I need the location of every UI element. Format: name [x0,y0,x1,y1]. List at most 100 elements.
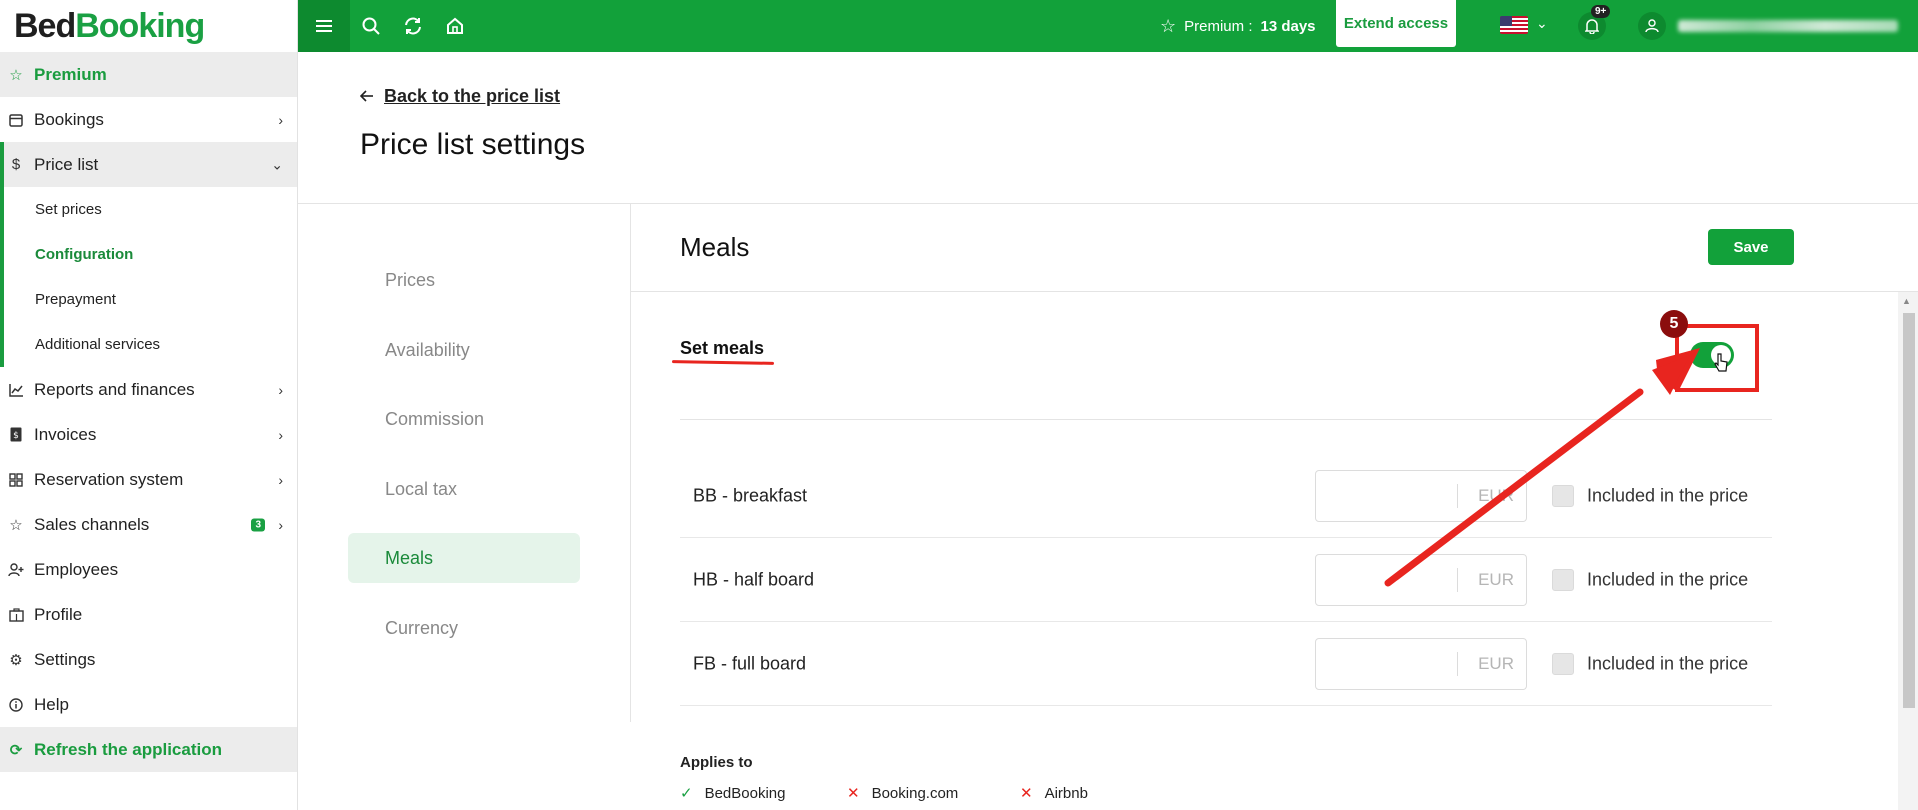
scrollbar-thumb[interactable] [1903,313,1915,708]
tab-local-tax[interactable]: Local tax [348,464,580,514]
tab-prices[interactable]: Prices [348,255,580,305]
sidebar-item-invoices[interactable]: $ Invoices › [0,412,297,457]
annotation-underline [671,360,775,365]
set-meals-toggle[interactable] [1690,342,1734,368]
included-label: Included in the price [1587,485,1749,505]
divider [630,204,631,722]
premium-days: 13 days [1260,17,1316,35]
sidebar-item-employees[interactable]: Employees [0,547,297,592]
channel-booking-com: ✕ Booking.com [847,784,959,803]
chevron-right-icon: › [278,471,283,488]
meal-row: BB - breakfast EUR Included in the price [680,454,1772,538]
user-name-blurred[interactable] [1678,20,1898,32]
menu-icon[interactable] [298,0,350,52]
channel-name: Booking.com [871,784,959,802]
back-link[interactable]: Back to the price list [359,86,561,107]
count-badge: 3 [251,518,265,531]
sidebar-subitem-configuration[interactable]: Configuration [0,232,297,277]
included-checkbox[interactable] [1552,568,1574,591]
divider [1457,567,1458,592]
back-link-label: Back to the price list [384,86,561,106]
sidebar: Bed Booking ☆ Premium Bookings › $ Price … [0,0,298,810]
included-checkbox[interactable] [1552,484,1574,507]
meal-price-input[interactable]: EUR [1315,553,1527,606]
sidebar-item-help[interactable]: Help [0,682,297,727]
scroll-up-icon[interactable]: ▲ [1902,296,1911,306]
page-title: Price list settings [360,128,586,161]
currency-label: EUR [1478,569,1514,589]
cross-icon: ✕ [847,785,860,802]
chevron-right-icon: › [278,426,283,443]
sidebar-item-profile[interactable]: Profile [0,592,297,637]
chevron-down-icon[interactable]: ⌄ [1536,15,1548,32]
info-icon [8,697,24,713]
included-label: Included in the price [1587,653,1749,673]
channel-airbnb: ✕ Airbnb [1020,784,1088,803]
divider [1457,483,1458,508]
building-icon [8,607,24,623]
us-flag-icon[interactable] [1500,16,1528,34]
section-title: Meals [680,232,750,262]
currency-label: EUR [1478,653,1514,673]
sidebar-subitem-prepayment[interactable]: Prepayment [0,277,297,322]
set-meals-label: Set meals [680,338,765,358]
channel-bedbooking: ✓ BedBooking [680,784,785,803]
tab-commission[interactable]: Commission [348,394,580,444]
gear-icon: ⚙ [9,651,23,669]
sidebar-subitem-additional-services[interactable]: Additional services [0,322,297,367]
sidebar-subitem-set-prices[interactable]: Set prices [0,187,297,232]
save-button[interactable]: Save [1708,229,1794,265]
meal-label: FB - full board [693,653,807,673]
check-icon: ✓ [680,785,693,802]
star-icon: ☆ [1160,15,1177,36]
app-logo[interactable]: Bed Booking [0,0,297,52]
meal-price-input[interactable]: EUR [1315,637,1527,690]
included-label: Included in the price [1587,569,1749,589]
user-plus-icon [8,562,24,578]
notification-badge: 9+ [1591,5,1611,18]
top-bar: ☆ Premium : 13 days Extend access ⌄ 9+ [298,0,1918,52]
sidebar-item-reservation-system[interactable]: Reservation system › [0,457,297,502]
extend-access-button[interactable]: Extend access [1336,0,1456,47]
svg-text:$: $ [13,431,19,441]
sidebar-item-label: Sales channels [34,514,150,534]
chevron-right-icon: › [278,111,283,128]
tab-availability[interactable]: Availability [348,325,580,375]
sync-icon[interactable] [392,0,434,52]
arrow-left-icon [359,86,374,107]
channel-name: Airbnb [1044,784,1088,802]
search-icon[interactable] [350,0,392,52]
meal-row: FB - full board EUR Included in the pric… [680,622,1772,706]
home-icon[interactable] [434,0,476,52]
tab-meals[interactable]: Meals [348,533,580,583]
grid-icon [8,472,24,488]
included-checkbox[interactable] [1552,652,1574,675]
sidebar-item-label: Reservation system [34,469,184,489]
sidebar-item-label: Reports and finances [34,379,195,399]
tab-currency[interactable]: Currency [348,603,580,653]
star-icon: ☆ [9,516,23,534]
currency-label: EUR [1478,485,1514,505]
meal-label: BB - breakfast [693,485,808,505]
sidebar-item-price-list[interactable]: $ Price list ⌄ [0,142,297,187]
user-icon[interactable] [1638,12,1666,40]
sidebar-item-reports[interactable]: Reports and finances › [0,367,297,412]
sidebar-item-label: Profile [34,604,83,624]
sidebar-item-settings[interactable]: ⚙ Settings [0,637,297,682]
sidebar-item-sales-channels[interactable]: ☆ Sales channels 3 › [0,502,297,547]
star-icon: ☆ [9,66,23,84]
refresh-application-button[interactable]: ⟳ Refresh the application [0,727,297,772]
chevron-down-icon: ⌄ [271,156,283,172]
sidebar-item-bookings[interactable]: Bookings › [0,97,297,142]
sidebar-item-label: Invoices [34,424,97,444]
sidebar-item-label: Help [34,694,69,714]
applies-to-label: Applies to [680,754,753,771]
meal-price-input[interactable]: EUR [1315,469,1527,522]
divider [298,203,1918,204]
sidebar-item-premium[interactable]: ☆ Premium [0,52,297,97]
premium-label: Premium : [1184,17,1253,35]
sidebar-item-label: Bookings [34,109,104,129]
invoice-icon: $ [8,427,24,443]
chevron-right-icon: › [278,516,283,533]
step-number-badge: 5 [1660,310,1688,338]
